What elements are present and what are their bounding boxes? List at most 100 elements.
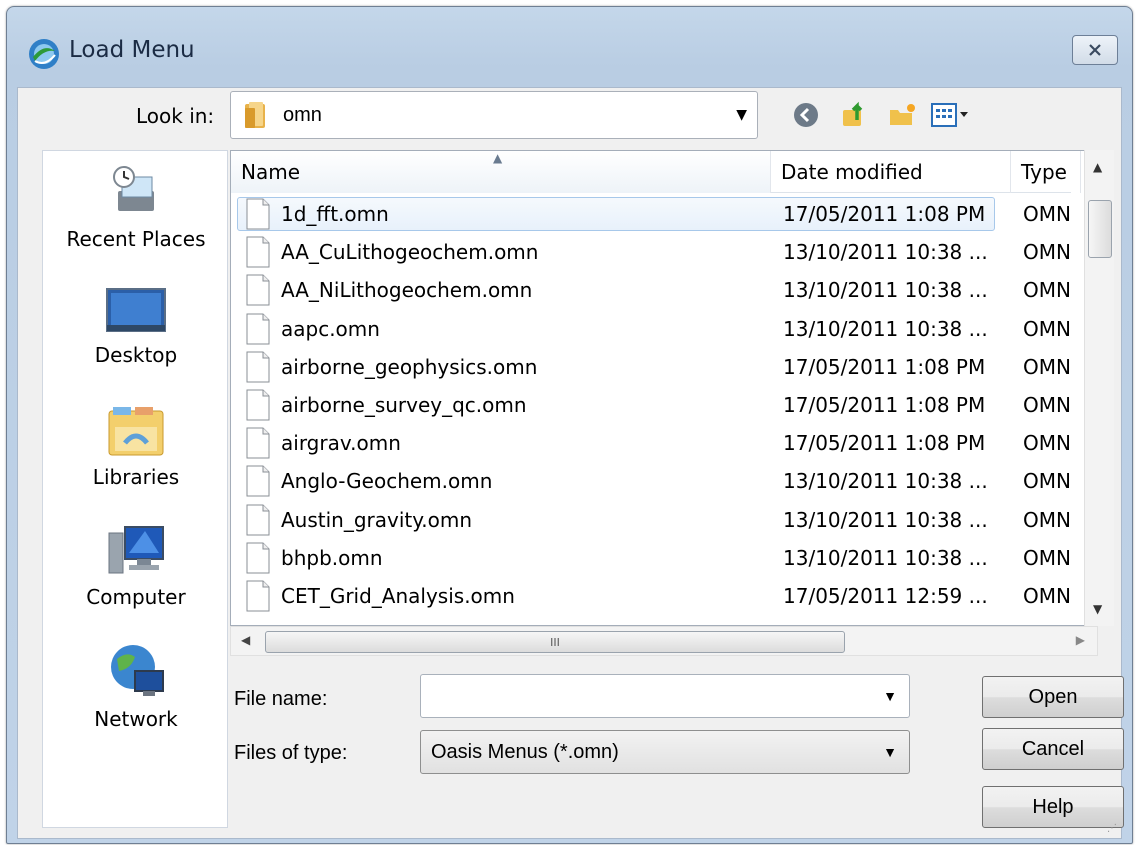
view-menu-button[interactable] <box>930 98 970 132</box>
file-type-cell: OMN F <box>1023 583 1079 608</box>
scroll-right-arrow-icon[interactable]: ▶ <box>1076 633 1085 647</box>
help-button[interactable]: Help <box>982 786 1124 828</box>
file-name-label: File name: <box>234 688 328 710</box>
look-in-dropdown[interactable]: omn ▼ <box>230 91 758 139</box>
title-bar[interactable]: Load Menu <box>7 7 1132 87</box>
dialog-body: Look in: omn ▼ Recent Places Desktop Lib… <box>17 87 1124 839</box>
file-date-cell: 13/10/2011 10:38 ... <box>783 316 988 341</box>
file-name-cell: airborne_geophysics.omn <box>281 354 538 379</box>
file-type-cell: OMN F <box>1023 431 1079 456</box>
file-row[interactable]: airborne_geophysics.omn 17/05/2011 1:08 P… <box>231 348 1081 386</box>
document-icon <box>246 351 270 383</box>
file-list-view[interactable]: Name ▲ Date modified Type 1d_fft.omn 17/0… <box>230 150 1098 626</box>
file-rows: 1d_fft.omn17/05/2011 1:08 PMOMN FAA_CuLi… <box>231 195 1081 615</box>
horizontal-scrollbar[interactable]: ◀ III ▶ <box>230 626 1098 656</box>
chevron-down-icon[interactable]: ▼ <box>883 688 897 704</box>
vertical-scroll-thumb[interactable] <box>1088 200 1112 258</box>
files-of-type-dropdown[interactable]: Oasis Menus (*.omn) ▼ <box>420 730 910 774</box>
document-icon <box>246 465 270 497</box>
document-icon <box>246 274 270 306</box>
place-computer[interactable]: Computer <box>43 523 229 609</box>
file-date-cell: 13/10/2011 10:38 ... <box>783 278 988 303</box>
horizontal-scroll-thumb[interactable]: III <box>265 631 845 653</box>
file-row[interactable]: Anglo-Geochem.omn 13/10/2011 10:38 ... OMN… <box>231 462 1081 500</box>
file-name-cell: AA_NiLithogeochem.omn <box>281 278 533 303</box>
file-type-cell: OMN F <box>1023 240 1079 265</box>
cancel-button[interactable]: Cancel <box>982 728 1124 770</box>
file-row[interactable]: bhpb.omn 13/10/2011 10:38 ... OMN F <box>231 539 1081 577</box>
column-header-type[interactable]: Type <box>1011 151 1081 193</box>
file-date-cell: 13/10/2011 10:38 ... <box>783 545 988 570</box>
open-button[interactable]: Open <box>982 676 1124 718</box>
file-date-cell: 17/05/2011 12:59 ... <box>783 583 988 608</box>
up-folder-button[interactable] <box>834 98 874 132</box>
desktop-icon <box>106 288 166 332</box>
back-button[interactable] <box>786 98 826 132</box>
close-button[interactable] <box>1072 35 1118 65</box>
file-name-cell: aapc.omn <box>281 316 380 341</box>
file-name-cell: Austin_gravity.omn <box>281 507 472 532</box>
file-row[interactable]: AA_CuLithogeochem.omn 13/10/2011 10:38 ..… <box>231 233 1081 271</box>
document-icon <box>246 427 270 459</box>
scroll-left-arrow-icon[interactable]: ◀ <box>241 633 250 647</box>
document-icon <box>246 236 270 268</box>
app-logo-icon <box>29 39 59 69</box>
window-title: Load Menu <box>69 37 195 63</box>
close-icon <box>1089 44 1101 56</box>
list-header: Name ▲ Date modified Type <box>231 151 1081 193</box>
place-recent-places[interactable]: Recent Places <box>43 161 229 251</box>
file-row[interactable]: aapc.omn 13/10/2011 10:38 ... OMN F <box>231 310 1081 348</box>
scroll-down-arrow-icon[interactable]: ▼ <box>1093 602 1102 616</box>
file-date-cell: 17/05/2011 1:08 PM <box>783 354 986 379</box>
file-row[interactable]: 1d_fft.omn 17/05/2011 1:08 PM OMN F <box>231 195 1081 233</box>
file-type-cell: OMN F <box>1023 316 1079 341</box>
recent-places-icon <box>113 166 154 211</box>
place-label: Libraries <box>92 465 180 489</box>
place-label: Desktop <box>94 343 178 367</box>
files-of-type-value: Oasis Menus (*.omn) <box>431 740 619 763</box>
file-type-cell: OMN F <box>1023 469 1079 494</box>
scroll-up-arrow-icon[interactable]: ▲ <box>1093 160 1102 174</box>
file-row[interactable]: CET_Grid_Analysis.omn 17/05/2011 12:59 ..… <box>231 577 1081 615</box>
file-name-cell: bhpb.omn <box>281 545 383 570</box>
file-row[interactable]: airborne_survey_qc.omn 17/05/2011 1:08 PM… <box>231 386 1081 424</box>
file-date-cell: 17/05/2011 1:08 PM <box>783 431 986 456</box>
chevron-down-icon: ▼ <box>883 744 897 760</box>
file-name-cell: airborne_survey_qc.omn <box>281 393 527 418</box>
file-name-cell: 1d_fft.omn <box>281 202 389 227</box>
vertical-scrollbar[interactable]: ▲ ▼ <box>1084 150 1114 626</box>
up-folder-icon <box>843 101 863 126</box>
network-icon <box>111 645 164 696</box>
place-label: Network <box>94 707 178 731</box>
resize-grip-icon[interactable]: ⋰ <box>1107 823 1117 834</box>
file-name-cell: AA_CuLithogeochem.omn <box>281 240 539 265</box>
navigation-toolbar <box>786 98 970 132</box>
file-date-cell: 13/10/2011 10:38 ... <box>783 507 988 532</box>
sort-ascending-icon: ▲ <box>493 151 503 165</box>
document-icon <box>246 313 270 345</box>
file-row[interactable]: Austin_gravity.omn 13/10/2011 10:38 ... OM… <box>231 501 1081 539</box>
place-desktop[interactable]: Desktop <box>43 287 229 367</box>
file-type-cell: OMN F <box>1023 202 1079 227</box>
column-header-date-modified[interactable]: Date modified <box>771 151 1011 193</box>
file-type-cell: OMN F <box>1023 393 1079 418</box>
folder-icon <box>245 102 265 128</box>
chevron-down-icon: ▼ <box>736 107 747 123</box>
file-row[interactable]: airgrav.omn 17/05/2011 1:08 PM OMN F <box>231 424 1081 462</box>
file-date-cell: 17/05/2011 1:08 PM <box>783 202 986 227</box>
places-bar: Recent Places Desktop Libraries Computer… <box>42 150 228 828</box>
new-folder-button[interactable] <box>882 98 922 132</box>
document-icon <box>246 580 270 612</box>
look-in-label: Look in: <box>136 104 215 128</box>
place-network[interactable]: Network <box>43 641 229 731</box>
file-type-cell: OMN F <box>1023 278 1079 303</box>
file-name-input[interactable]: ▼ <box>420 674 910 718</box>
file-row[interactable]: AA_NiLithogeochem.omn 13/10/2011 10:38 ..… <box>231 271 1081 309</box>
place-label: Computer <box>86 585 186 609</box>
new-folder-icon <box>890 104 915 125</box>
file-date-cell: 13/10/2011 10:38 ... <box>783 240 988 265</box>
file-name-cell: Anglo-Geochem.omn <box>281 469 493 494</box>
back-arrow-icon <box>794 103 818 127</box>
place-libraries[interactable]: Libraries <box>43 405 229 489</box>
place-label: Recent Places <box>66 227 206 251</box>
